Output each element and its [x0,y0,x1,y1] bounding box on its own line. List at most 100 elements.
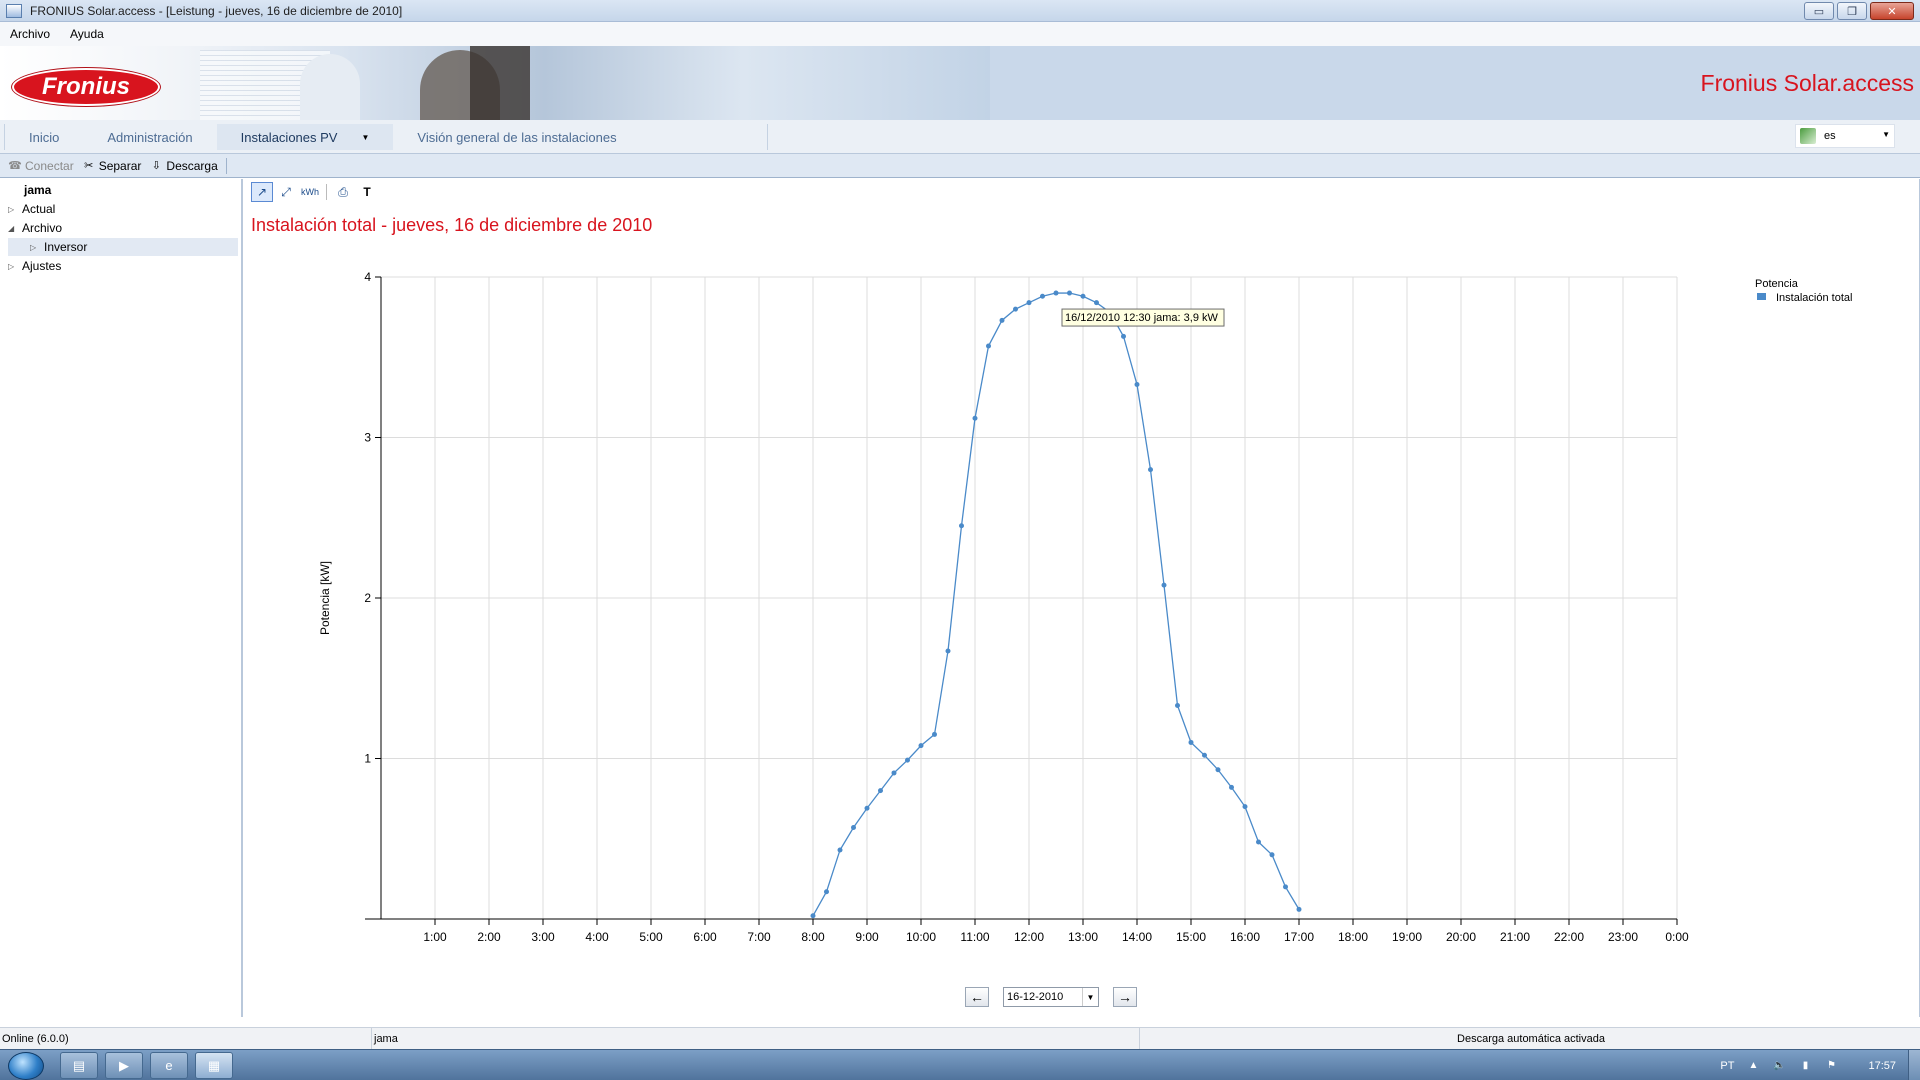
x-tick-label: 7:00 [747,930,771,944]
tree-root[interactable]: jama [24,181,51,199]
show-desktop-button[interactable] [1908,1050,1920,1080]
title-bar: FRONIUS Solar.access - [Leistung - jueve… [0,0,1920,22]
power-chart[interactable]: 1 2 3 4 1:00 2:00 3:00 4:00 5:00 6:00 7:00 8:00 9:00… [245,179,1920,979]
y-tick-label: 1 [364,752,371,766]
data-point [1269,852,1275,858]
x-tick-label: 23:00 [1608,930,1638,944]
x-tick-label: 2:00 [477,930,501,944]
data-point [1067,290,1072,296]
close-button[interactable]: ✕ [1870,2,1914,20]
chevron-down-icon[interactable]: ▼ [1082,988,1098,1006]
x-tick-label: 18:00 [1338,930,1368,944]
data-point [1148,467,1153,473]
date-select[interactable]: 16-12-2010 ▼ [1003,987,1099,1007]
chevron-down-icon[interactable]: ▼ [361,133,369,142]
x-tick-label: 0:00 [1665,930,1689,944]
language-indicator[interactable]: PT [1720,1060,1734,1072]
solar-access-taskbar-icon[interactable]: ▦ [195,1052,233,1079]
data-point [1121,333,1126,339]
tree-item-inversor[interactable]: ▷ Inversor [8,238,238,256]
collapse-icon[interactable]: ◢ [8,224,22,233]
y-tick-label: 3 [364,431,371,445]
tab-inicio[interactable]: Inicio [5,124,83,150]
nav-tabs: Inicio Administración Instalaciones PV ▼ … [4,124,768,150]
legend-swatch [1757,293,1766,300]
action-center-icon[interactable]: ⚑ [1824,1060,1838,1072]
tab-instalaciones-pv[interactable]: Instalaciones PV ▼ [216,124,394,150]
x-tick-label: 4:00 [585,930,609,944]
data-point [1188,739,1194,745]
taskbar: ▤ ▶ e ▦ PT ▲ 🔈 ▮ ⚑ 17:57 [0,1049,1920,1080]
data-point [1053,290,1059,296]
menu-archivo[interactable]: Archivo [10,27,50,41]
data-point [918,743,924,749]
status-version: Online (6.0.0) [0,1028,372,1050]
x-tick-label: 6:00 [693,930,717,944]
app-brand-title: Fronius Solar.access [1700,70,1914,96]
menu-ayuda[interactable]: Ayuda [70,27,104,41]
data-point [1134,382,1140,388]
clock[interactable]: 17:57 [1868,1060,1896,1072]
x-tick-label: 17:00 [1284,930,1314,944]
previous-day-button[interactable]: ← [965,987,989,1007]
x-tick-label: 14:00 [1122,930,1152,944]
x-tick-label: 16:00 [1230,930,1260,944]
legend-title: Potencia [1755,278,1799,290]
expand-icon[interactable]: ▷ [30,243,44,252]
explorer-taskbar-icon[interactable]: ▤ [60,1052,98,1079]
data-point [1175,703,1180,709]
next-day-button[interactable]: → [1113,987,1137,1007]
disconnect-icon: ✂ [84,160,94,172]
tree-item-ajustes[interactable]: ▷ Ajustes [8,257,61,275]
volume-icon[interactable]: 🔈 [1772,1060,1786,1072]
tooltip-text: 16/12/2010 12:30 jama: 3,9 kW [1065,312,1218,324]
phone-icon: ☎ [8,160,22,172]
data-point [824,889,829,895]
start-button[interactable] [8,1052,44,1080]
tab-vision-general[interactable]: Visión general de las instalaciones [393,124,640,150]
legend-entry: Instalación total [1776,292,1852,304]
x-tick-label: 9:00 [855,930,879,944]
data-point [1242,804,1248,810]
maximize-button[interactable]: ❐ [1837,2,1867,20]
data-point [1013,306,1018,312]
language-select[interactable]: es ▼ [1795,124,1895,148]
connection-toolbar: ☎ Conectar ✂ Separar ⇩ Descarga [0,154,1920,178]
x-tick-label: 22:00 [1554,930,1584,944]
window-title: FRONIUS Solar.access - [Leistung - jueve… [30,3,403,18]
tab-administracion[interactable]: Administración [83,124,216,150]
data-point [1229,784,1234,790]
download-button[interactable]: ⇩ Descarga [149,159,218,173]
data-point [1256,839,1261,845]
data-point [851,825,856,831]
data-point [1161,582,1167,588]
toolbar-separator [225,157,227,174]
tree-item-archivo[interactable]: ◢ Archivo [8,219,62,237]
browser-taskbar-icon[interactable]: e [150,1052,188,1079]
tree-item-actual[interactable]: ▷ Actual [8,200,55,218]
data-point [1296,906,1302,912]
date-navigation: ← 16-12-2010 ▼ → [965,987,1137,1007]
network-icon[interactable]: ▮ [1798,1060,1812,1072]
data-point [864,805,870,811]
data-point [1202,752,1207,758]
chevron-down-icon: ▼ [1882,130,1890,139]
media-player-taskbar-icon[interactable]: ▶ [105,1052,143,1079]
language-value: es [1824,130,1836,142]
fronius-logo: Fronius [12,68,160,106]
minimize-button[interactable]: ▭ [1804,2,1834,20]
language-icon [1800,128,1816,144]
data-point [999,317,1005,323]
x-tick-label: 8:00 [801,930,825,944]
menu-bar: Archivo Ayuda [0,22,1920,46]
disconnect-button[interactable]: ✂ Separar [82,159,141,173]
system-tray: PT ▲ 🔈 ▮ ⚑ 17:57 [1720,1050,1904,1080]
download-icon: ⇩ [151,160,162,172]
x-tick-label: 15:00 [1176,930,1206,944]
show-hidden-icons-icon[interactable]: ▲ [1746,1060,1760,1072]
expand-icon[interactable]: ▷ [8,262,22,271]
data-point [959,523,964,529]
connect-button[interactable]: ☎ Conectar [8,159,74,173]
data-point [878,788,883,794]
expand-icon[interactable]: ▷ [8,205,22,214]
